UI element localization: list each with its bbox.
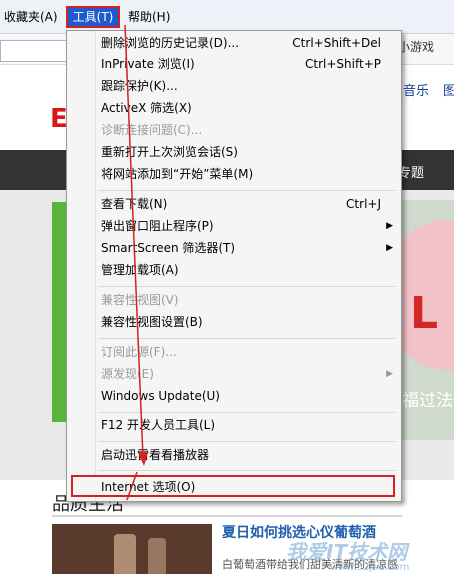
annotation-line — [126, 471, 138, 501]
annotation-line — [124, 24, 144, 459]
annotation-arrowhead — [138, 452, 148, 466]
annotation-arrow — [124, 24, 148, 501]
